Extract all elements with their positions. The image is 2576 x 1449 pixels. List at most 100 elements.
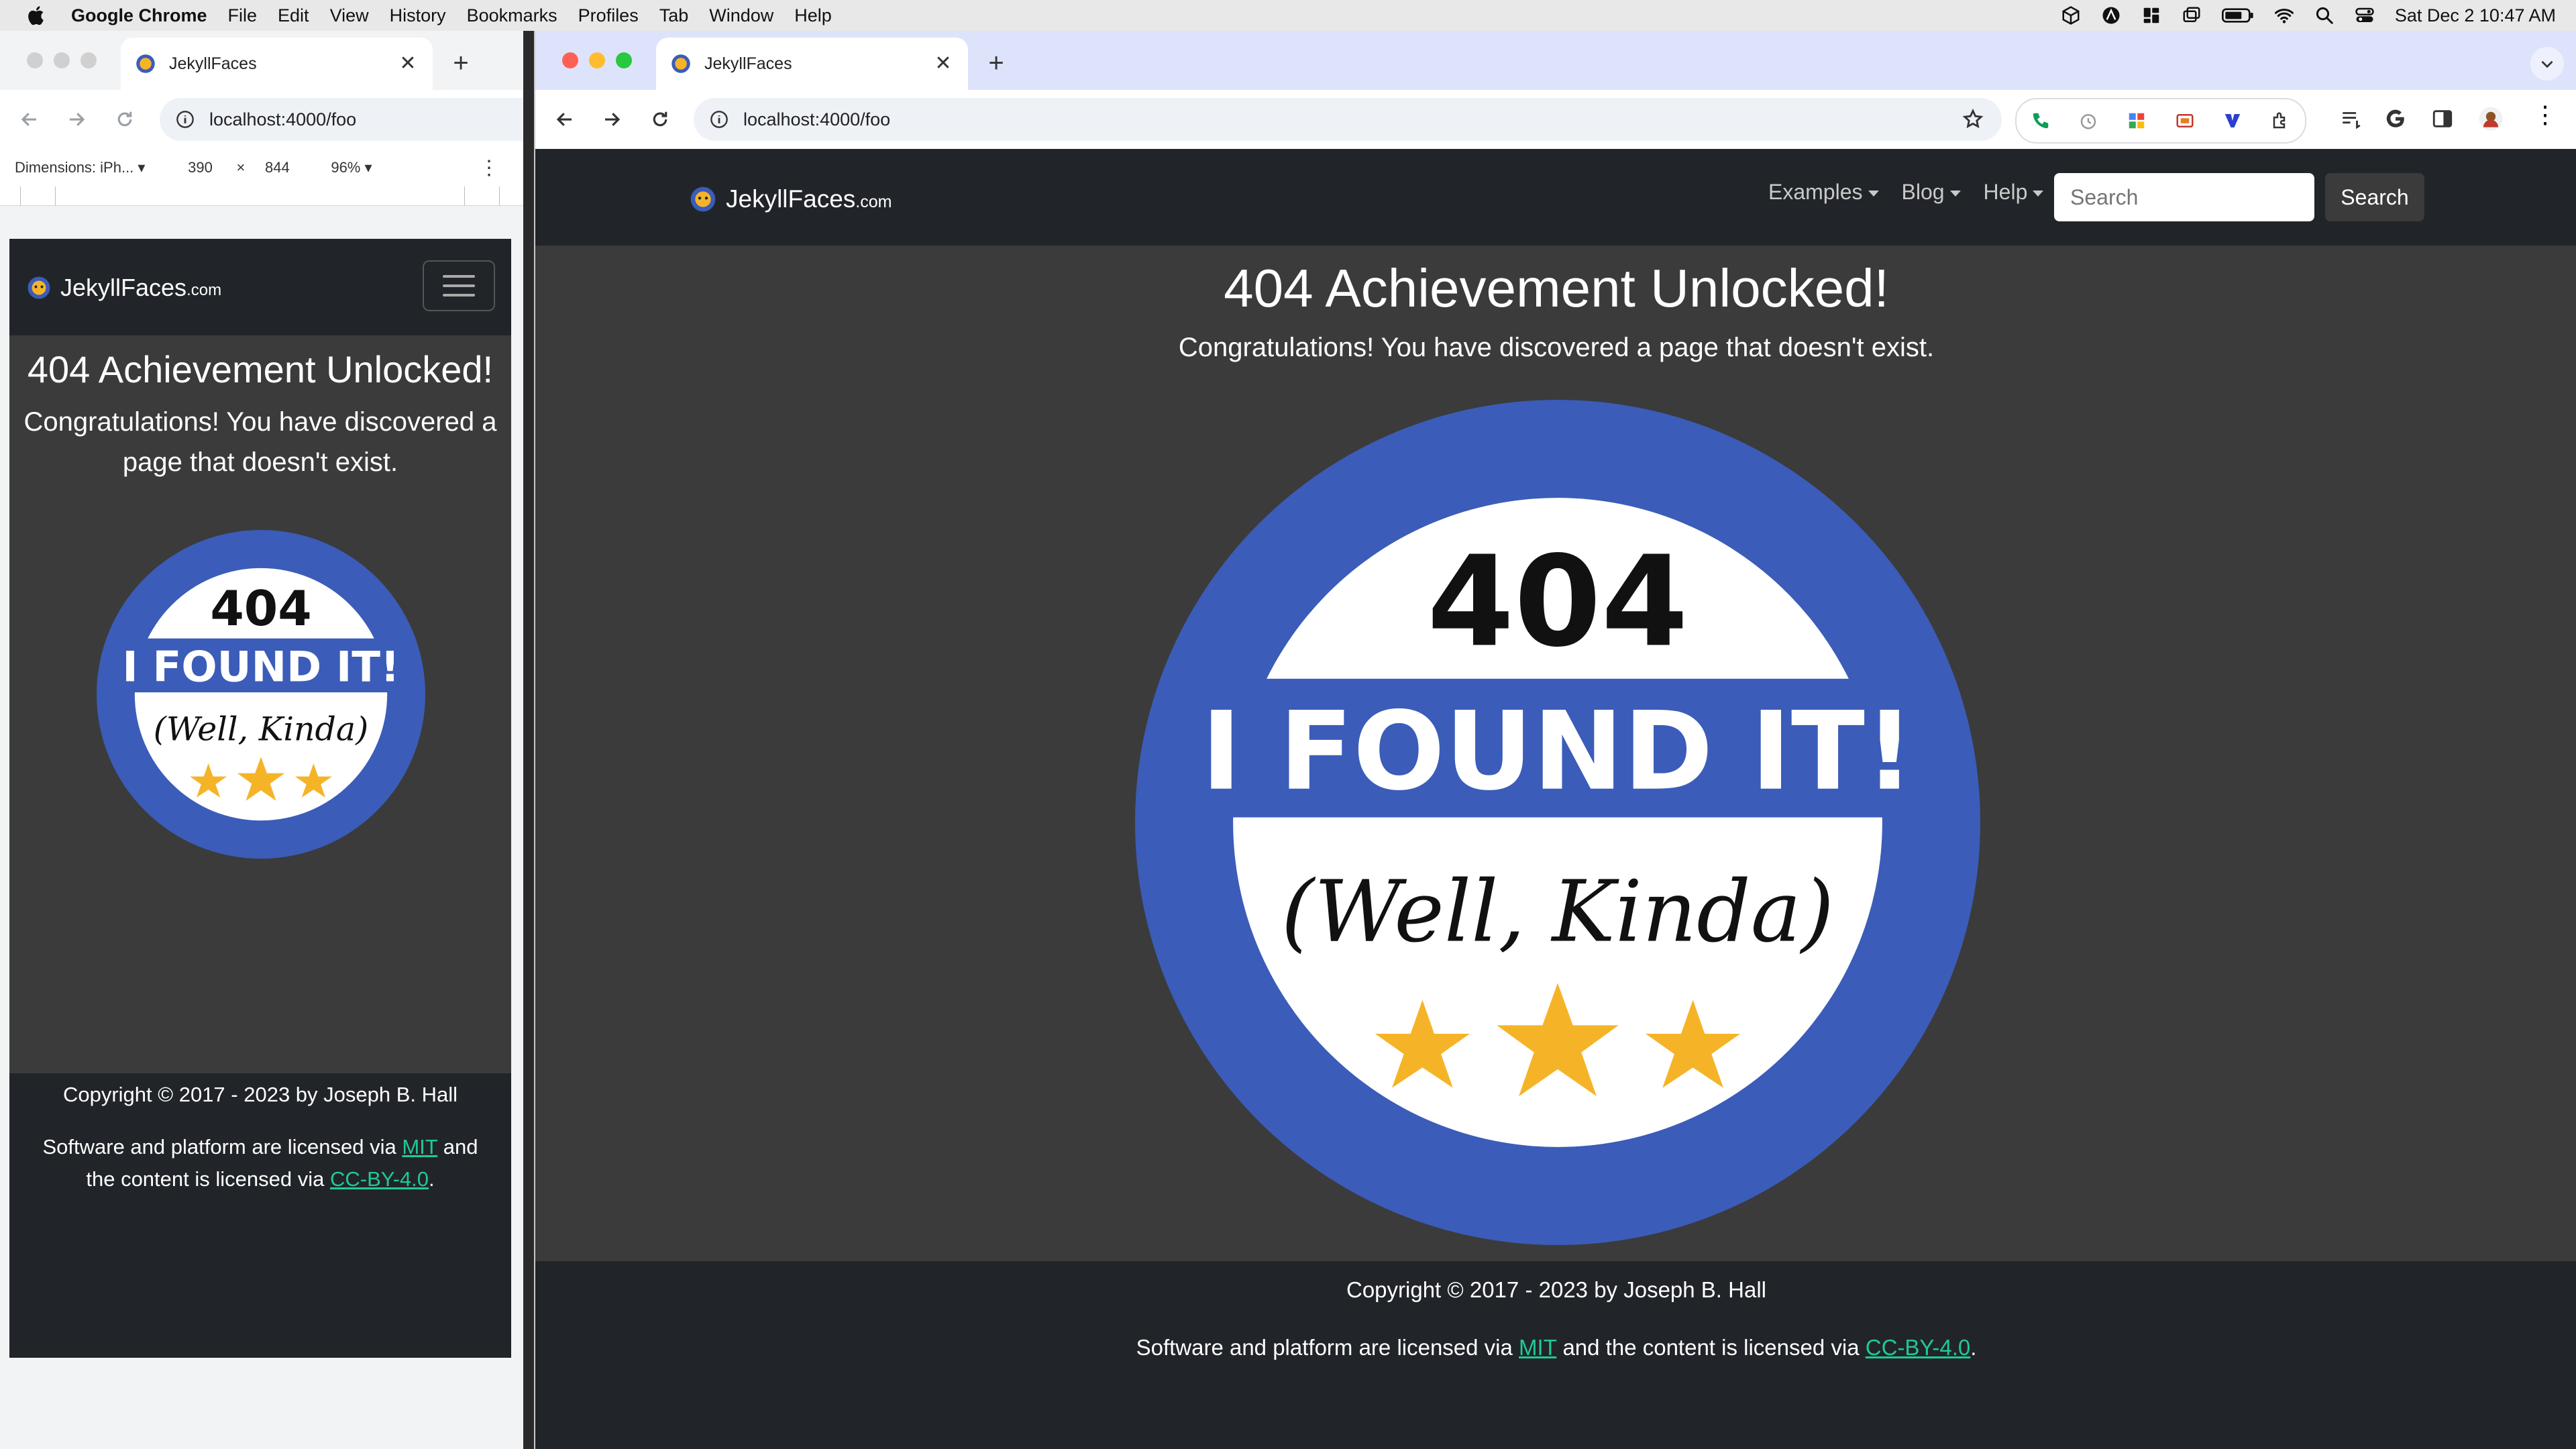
window-splitter[interactable]: [523, 31, 534, 1449]
browser-toolbar: localhost:4000/foo ⋮: [535, 90, 2576, 149]
nav-blog-dropdown[interactable]: Blog: [1902, 180, 1961, 205]
grid-extension-icon[interactable]: [2127, 111, 2147, 131]
menu-view[interactable]: View: [330, 5, 369, 26]
vimium-extension-icon[interactable]: [2222, 111, 2243, 131]
minimize-window-button[interactable]: [54, 52, 70, 68]
menu-profiles[interactable]: Profiles: [578, 5, 639, 26]
mobile-content: 404 Achievement Unlocked! Congratulation…: [9, 335, 511, 1073]
back-icon[interactable]: [550, 105, 580, 134]
brand-tld: .com: [186, 281, 222, 299]
box-icon[interactable]: [2061, 5, 2081, 25]
device-height-input[interactable]: 844: [257, 159, 297, 176]
device-select[interactable]: Dimensions: iPh... ▾: [15, 159, 145, 176]
menu-history[interactable]: History: [390, 5, 446, 26]
menu-bookmarks[interactable]: Bookmarks: [467, 5, 557, 26]
site-nav-links: Examples Blog Help: [1768, 180, 2044, 205]
chrome-menu-icon[interactable]: ⋮: [2533, 101, 2557, 129]
brand-tld: .com: [855, 192, 892, 211]
wifi-icon[interactable]: [2274, 5, 2294, 25]
hamburger-icon: [443, 275, 475, 297]
side-panel-icon[interactable]: [2431, 107, 2454, 130]
zoom-window-button[interactable]: [80, 52, 97, 68]
menu-file[interactable]: File: [228, 5, 258, 26]
new-tab-button[interactable]: +: [443, 46, 479, 82]
page-subheading: Congratulations! You have discovered a p…: [1178, 333, 1935, 362]
menu-clock[interactable]: Sat Dec 2 10:47 AM: [2395, 5, 2556, 26]
menu-help[interactable]: Help: [794, 5, 832, 26]
site-brand-link[interactable]: JekyllFaces .com: [27, 274, 221, 302]
cc-license-link[interactable]: CC-BY-4.0: [330, 1167, 429, 1191]
macos-menu-bar: Google Chrome File Edit View History Boo…: [0, 0, 2576, 31]
site-brand-link[interactable]: JekyllFaces .com: [690, 185, 892, 213]
caret-down-icon: [1949, 191, 1961, 197]
bookmark-star-icon[interactable]: [1962, 108, 1984, 131]
zoom-select[interactable]: 96% ▾: [331, 159, 372, 176]
browser-tab[interactable]: JekyllFaces ✕: [121, 38, 433, 90]
footer-license-text: and the content is licensed via: [1556, 1335, 1866, 1360]
ruler-bar: [0, 186, 523, 206]
menu-window[interactable]: Window: [709, 5, 773, 26]
close-tab-icon[interactable]: ✕: [396, 52, 419, 75]
achievement-badge-image: 404 I FOUND IT! (Well, Kinda): [1135, 400, 1980, 1245]
menu-edit[interactable]: Edit: [278, 5, 309, 26]
control-center-icon[interactable]: [2355, 5, 2375, 25]
mit-license-link[interactable]: MIT: [402, 1135, 437, 1159]
tab-strip: JekyllFaces ✕ +: [535, 31, 2576, 90]
footer-copyright: Copyright © 2017 - 2023 by Joseph B. Hal…: [62, 1083, 458, 1106]
spotlight-search-icon[interactable]: [2314, 5, 2334, 25]
menu-tab[interactable]: Tab: [659, 5, 689, 26]
browser-tab[interactable]: JekyllFaces ✕: [656, 38, 968, 90]
profile-avatar-icon[interactable]: [2478, 106, 2504, 131]
mit-license-link[interactable]: MIT: [1519, 1335, 1556, 1360]
cc-license-link[interactable]: CC-BY-4.0: [1866, 1335, 1971, 1360]
forward-icon[interactable]: [62, 105, 91, 134]
tab-search-button[interactable]: [2530, 47, 2564, 80]
brand-name: JekyllFaces: [60, 274, 187, 301]
site-info-icon[interactable]: [710, 110, 729, 129]
new-tab-button[interactable]: +: [978, 46, 1014, 82]
close-window-button[interactable]: [27, 52, 43, 68]
close-window-button[interactable]: [562, 52, 578, 68]
device-width-input[interactable]: 390: [180, 159, 220, 176]
timer-extension-icon[interactable]: [2078, 111, 2098, 131]
jekyllfaces-favicon-icon: [672, 54, 690, 73]
window-stack-icon[interactable]: [2182, 5, 2202, 25]
footer-copyright: Copyright © 2017 - 2023 by Joseph B. Hal…: [1346, 1277, 1766, 1302]
chevron-down-icon: [2541, 60, 2553, 68]
forward-icon[interactable]: [597, 105, 627, 134]
browser-toolbar: localhost:4000/foo: [0, 90, 523, 149]
close-tab-icon[interactable]: ✕: [932, 52, 955, 75]
apple-icon[interactable]: [25, 4, 48, 27]
jekyllfaces-logo-icon: [690, 186, 716, 212]
address-bar[interactable]: localhost:4000/foo: [160, 98, 523, 141]
more-options-icon[interactable]: ⋮: [479, 156, 499, 180]
achievement-badge-image: 404 I FOUND IT! (Well, Kinda): [97, 530, 425, 859]
tab-title: JekyllFaces: [704, 54, 792, 73]
phone-extension-icon[interactable]: [2031, 111, 2051, 131]
cast-extension-icon[interactable]: [2175, 111, 2195, 131]
jekyllfaces-favicon-icon: [136, 54, 155, 73]
footer-license: Software and platform are licensed via M…: [535, 1335, 2576, 1360]
creative-cloud-icon[interactable]: [2101, 5, 2121, 25]
widgets-icon[interactable]: [2141, 5, 2161, 25]
reading-list-icon[interactable]: [2340, 107, 2363, 130]
badge-headline: I FOUND IT!: [122, 642, 399, 691]
url-text: localhost:4000/foo: [743, 109, 891, 129]
reload-icon[interactable]: [645, 105, 675, 134]
menu-app-name[interactable]: Google Chrome: [71, 5, 207, 26]
minimize-window-button[interactable]: [589, 52, 605, 68]
zoom-window-button[interactable]: [616, 52, 632, 68]
puzzle-extensions-icon[interactable]: [2271, 111, 2291, 131]
reload-icon[interactable]: [110, 105, 140, 134]
footer-period: .: [1970, 1335, 1977, 1360]
site-info-icon[interactable]: [176, 110, 195, 129]
back-icon[interactable]: [15, 105, 44, 134]
site-search-input[interactable]: [2054, 173, 2314, 221]
address-bar[interactable]: localhost:4000/foo: [694, 98, 2002, 141]
nav-examples-dropdown[interactable]: Examples: [1768, 180, 1879, 205]
google-icon[interactable]: [2384, 107, 2407, 130]
site-search-button[interactable]: Search: [2325, 173, 2424, 221]
hamburger-menu-button[interactable]: [423, 260, 495, 311]
nav-help-dropdown[interactable]: Help: [1984, 180, 2044, 205]
battery-icon[interactable]: [2221, 5, 2254, 25]
